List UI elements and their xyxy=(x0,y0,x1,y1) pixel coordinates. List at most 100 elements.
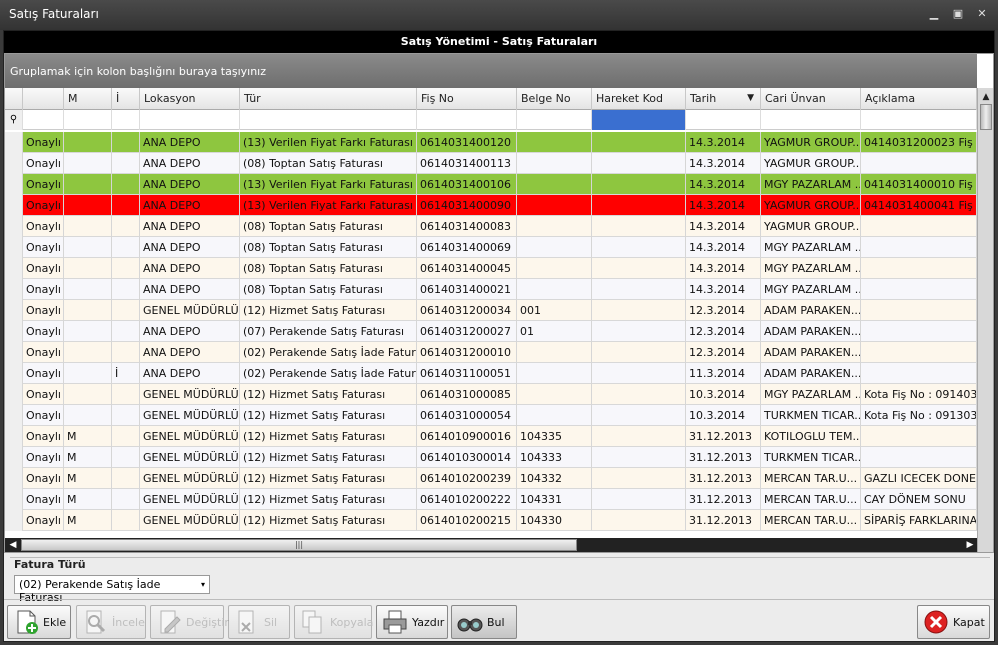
column-belge-no-header[interactable]: Belge No xyxy=(517,88,592,110)
column-i-cell xyxy=(112,216,140,237)
table-row[interactable]: Onaylı GENEL MÜDÜRLÜK (12) Hizmet Satış Fa… xyxy=(5,384,977,405)
column-hareket-kod-header[interactable]: Hareket Kod xyxy=(592,88,686,110)
fatura-turu-select[interactable]: (02) Perakende Satış İade Faturası ▾ xyxy=(14,575,210,604)
table-row[interactable]: Onaylı İ ANA DEPO (02) Perakende Satış İade… xyxy=(5,363,977,384)
column-tarih-cell: 10.3.2014 xyxy=(686,405,761,426)
horizontal-scrollbar[interactable]: ◀ ||| ▶ xyxy=(5,538,977,552)
incele-button[interactable]: İncele xyxy=(76,605,146,639)
minimize-button[interactable]: ▁ xyxy=(926,7,942,21)
column-tarih-cell: 14.3.2014 xyxy=(686,258,761,279)
column-aciklama-cell: 0414031400041 Fiş numa xyxy=(861,195,977,216)
column-lokasyon-cell: ANA DEPO xyxy=(140,174,240,195)
close-window-button[interactable]: ✕ xyxy=(974,7,990,21)
table-row[interactable]: Onaylı GENEL MÜDÜRLÜK (12) Hizmet Satış Fa… xyxy=(5,405,977,426)
table-row[interactable]: Onaylı ANA DEPO (13) Verilen Fiyat Farkı F… xyxy=(5,132,977,153)
column-tur-cell: (02) Perakende Satış İade Faturası xyxy=(240,342,417,363)
table-row[interactable]: Onaylı ANA DEPO (08) Toptan Satış Faturası… xyxy=(5,216,977,237)
column-i-filter-input[interactable] xyxy=(112,110,140,130)
column-fis-no-header[interactable]: Fiş No xyxy=(417,88,517,110)
column-tur-cell: (08) Toptan Satış Faturası xyxy=(240,258,417,279)
column-tur-header[interactable]: Tür xyxy=(240,88,417,110)
column-belge-no-filter-input[interactable] xyxy=(517,110,592,130)
column-m-header[interactable]: M xyxy=(64,88,112,110)
yazdir-button[interactable]: Yazdır xyxy=(376,605,448,639)
maximize-button[interactable]: ▣ xyxy=(950,7,966,21)
table-row[interactable]: Onaylı M GENEL MÜDÜRLÜK (12) Hizmet Satış F… xyxy=(5,489,977,510)
kapat-label: Kapat xyxy=(953,616,985,629)
column-aciklama-filter-input[interactable] xyxy=(861,110,977,130)
table-row[interactable]: Onaylı ANA DEPO (08) Toptan Satış Faturası… xyxy=(5,258,977,279)
group-panel[interactable]: Gruplamak için kolon başlığını buraya ta… xyxy=(5,54,977,88)
column-tarih-cell: 14.3.2014 xyxy=(686,216,761,237)
column-tur-filter-input[interactable] xyxy=(240,110,417,130)
column-hareket-kod-cell xyxy=(592,384,686,405)
column-fis-no-cell: 0614031400113 xyxy=(417,153,517,174)
scroll-up-icon[interactable]: ▲ xyxy=(978,90,993,104)
column-aciklama-cell: Kota Fiş No : 0914031000 xyxy=(861,384,977,405)
column-fis-no-filter-input[interactable] xyxy=(417,110,517,130)
column-cari-unvan-filter-input[interactable] xyxy=(761,110,861,130)
vertical-scrollbar[interactable]: ▲ ▼ xyxy=(977,88,993,552)
column-belge-no-cell xyxy=(517,174,592,195)
column-tarih-header[interactable]: Tarih ▼ xyxy=(686,88,761,110)
row-indicator xyxy=(5,489,23,510)
sil-button[interactable]: Sil xyxy=(228,605,290,639)
column-cari-unvan-cell: MERCAN TAR.U... xyxy=(761,489,861,510)
column-status-cell: Onaylı xyxy=(23,216,64,237)
column-header-label: Cari Ünvan xyxy=(765,92,826,105)
column-belge-no-cell: 001 xyxy=(517,300,592,321)
column-lokasyon-header[interactable]: Lokasyon xyxy=(140,88,240,110)
table-row[interactable]: Onaylı ANA DEPO (08) Toptan Satış Faturası… xyxy=(5,279,977,300)
table-row[interactable]: Onaylı M GENEL MÜDÜRLÜK (12) Hizmet Satış F… xyxy=(5,426,977,447)
table-row[interactable]: Onaylı ANA DEPO (08) Toptan Satış Faturası… xyxy=(5,237,977,258)
column-hareket-kod-filter-input[interactable] xyxy=(592,110,686,130)
grid-rows: Onaylı ANA DEPO (13) Verilen Fiyat Farkı F… xyxy=(5,132,977,536)
vertical-scroll-thumb[interactable] xyxy=(980,104,992,130)
table-row[interactable]: Onaylı M GENEL MÜDÜRLÜK (12) Hizmet Satış F… xyxy=(5,447,977,468)
table-row[interactable]: Onaylı ANA DEPO (07) Perakende Satış Fatur… xyxy=(5,321,977,342)
column-status-header[interactable] xyxy=(23,88,64,110)
column-tarih-filter-input[interactable] xyxy=(686,110,761,130)
scroll-right-icon[interactable]: ▶ xyxy=(963,538,977,552)
degistir-button[interactable]: Değiştir xyxy=(150,605,229,639)
column-m-cell xyxy=(64,132,112,153)
scroll-down-icon[interactable]: ▼ xyxy=(978,550,993,552)
table-row[interactable]: Onaylı ANA DEPO (02) Perakende Satış İade … xyxy=(5,342,977,363)
column-lokasyon-filter-input[interactable] xyxy=(140,110,240,130)
column-status-cell: Onaylı xyxy=(23,132,64,153)
table-row[interactable]: Onaylı ANA DEPO (13) Verilen Fiyat Farkı F… xyxy=(5,174,977,195)
column-status-cell: Onaylı xyxy=(23,405,64,426)
column-hareket-kod-cell xyxy=(592,426,686,447)
kopyala-button[interactable]: Kopyala xyxy=(294,605,373,639)
horizontal-scroll-thumb[interactable]: ||| xyxy=(21,539,577,551)
magnifier-icon xyxy=(86,610,106,634)
bul-label: Bul xyxy=(487,616,505,629)
table-row[interactable]: Onaylı ANA DEPO (13) Verilen Fiyat Farkı F… xyxy=(5,195,977,216)
row-indicator xyxy=(5,468,23,489)
column-m-filter-input[interactable] xyxy=(64,110,112,130)
table-row[interactable]: Onaylı M GENEL MÜDÜRLÜK (12) Hizmet Satış F… xyxy=(5,468,977,489)
column-cari-unvan-header[interactable]: Cari Ünvan xyxy=(761,88,861,110)
column-status-filter-input[interactable] xyxy=(23,110,64,130)
bul-button[interactable]: Bul xyxy=(451,605,517,639)
ekle-button[interactable]: Ekle xyxy=(7,605,71,639)
table-row[interactable]: Onaylı M GENEL MÜDÜRLÜK (12) Hizmet Satış F… xyxy=(5,510,977,531)
column-i-header[interactable]: İ xyxy=(112,88,140,110)
column-status-cell: Onaylı xyxy=(23,279,64,300)
column-tarih-cell: 14.3.2014 xyxy=(686,195,761,216)
sort-descending-icon[interactable]: ▼ xyxy=(747,88,754,109)
column-cari-unvan-cell: MGY PAZARLAM ... xyxy=(761,174,861,195)
table-row[interactable]: Onaylı GENEL MÜDÜRLÜK (12) Hizmet Satış Fa… xyxy=(5,300,977,321)
column-m-cell: M xyxy=(64,468,112,489)
column-hareket-kod-cell xyxy=(592,300,686,321)
scroll-left-icon[interactable]: ◀ xyxy=(6,538,20,552)
printer-icon xyxy=(383,610,407,634)
column-fis-no-cell: 0614010200222 xyxy=(417,489,517,510)
table-row[interactable]: Onaylı ANA DEPO (08) Toptan Satış Faturası… xyxy=(5,153,977,174)
row-indicator xyxy=(5,132,23,153)
kapat-button[interactable]: Kapat xyxy=(917,605,990,639)
column-aciklama-header[interactable]: Açıklama xyxy=(861,88,977,110)
row-indicator xyxy=(5,174,23,195)
column-i-cell xyxy=(112,300,140,321)
column-m-cell xyxy=(64,363,112,384)
